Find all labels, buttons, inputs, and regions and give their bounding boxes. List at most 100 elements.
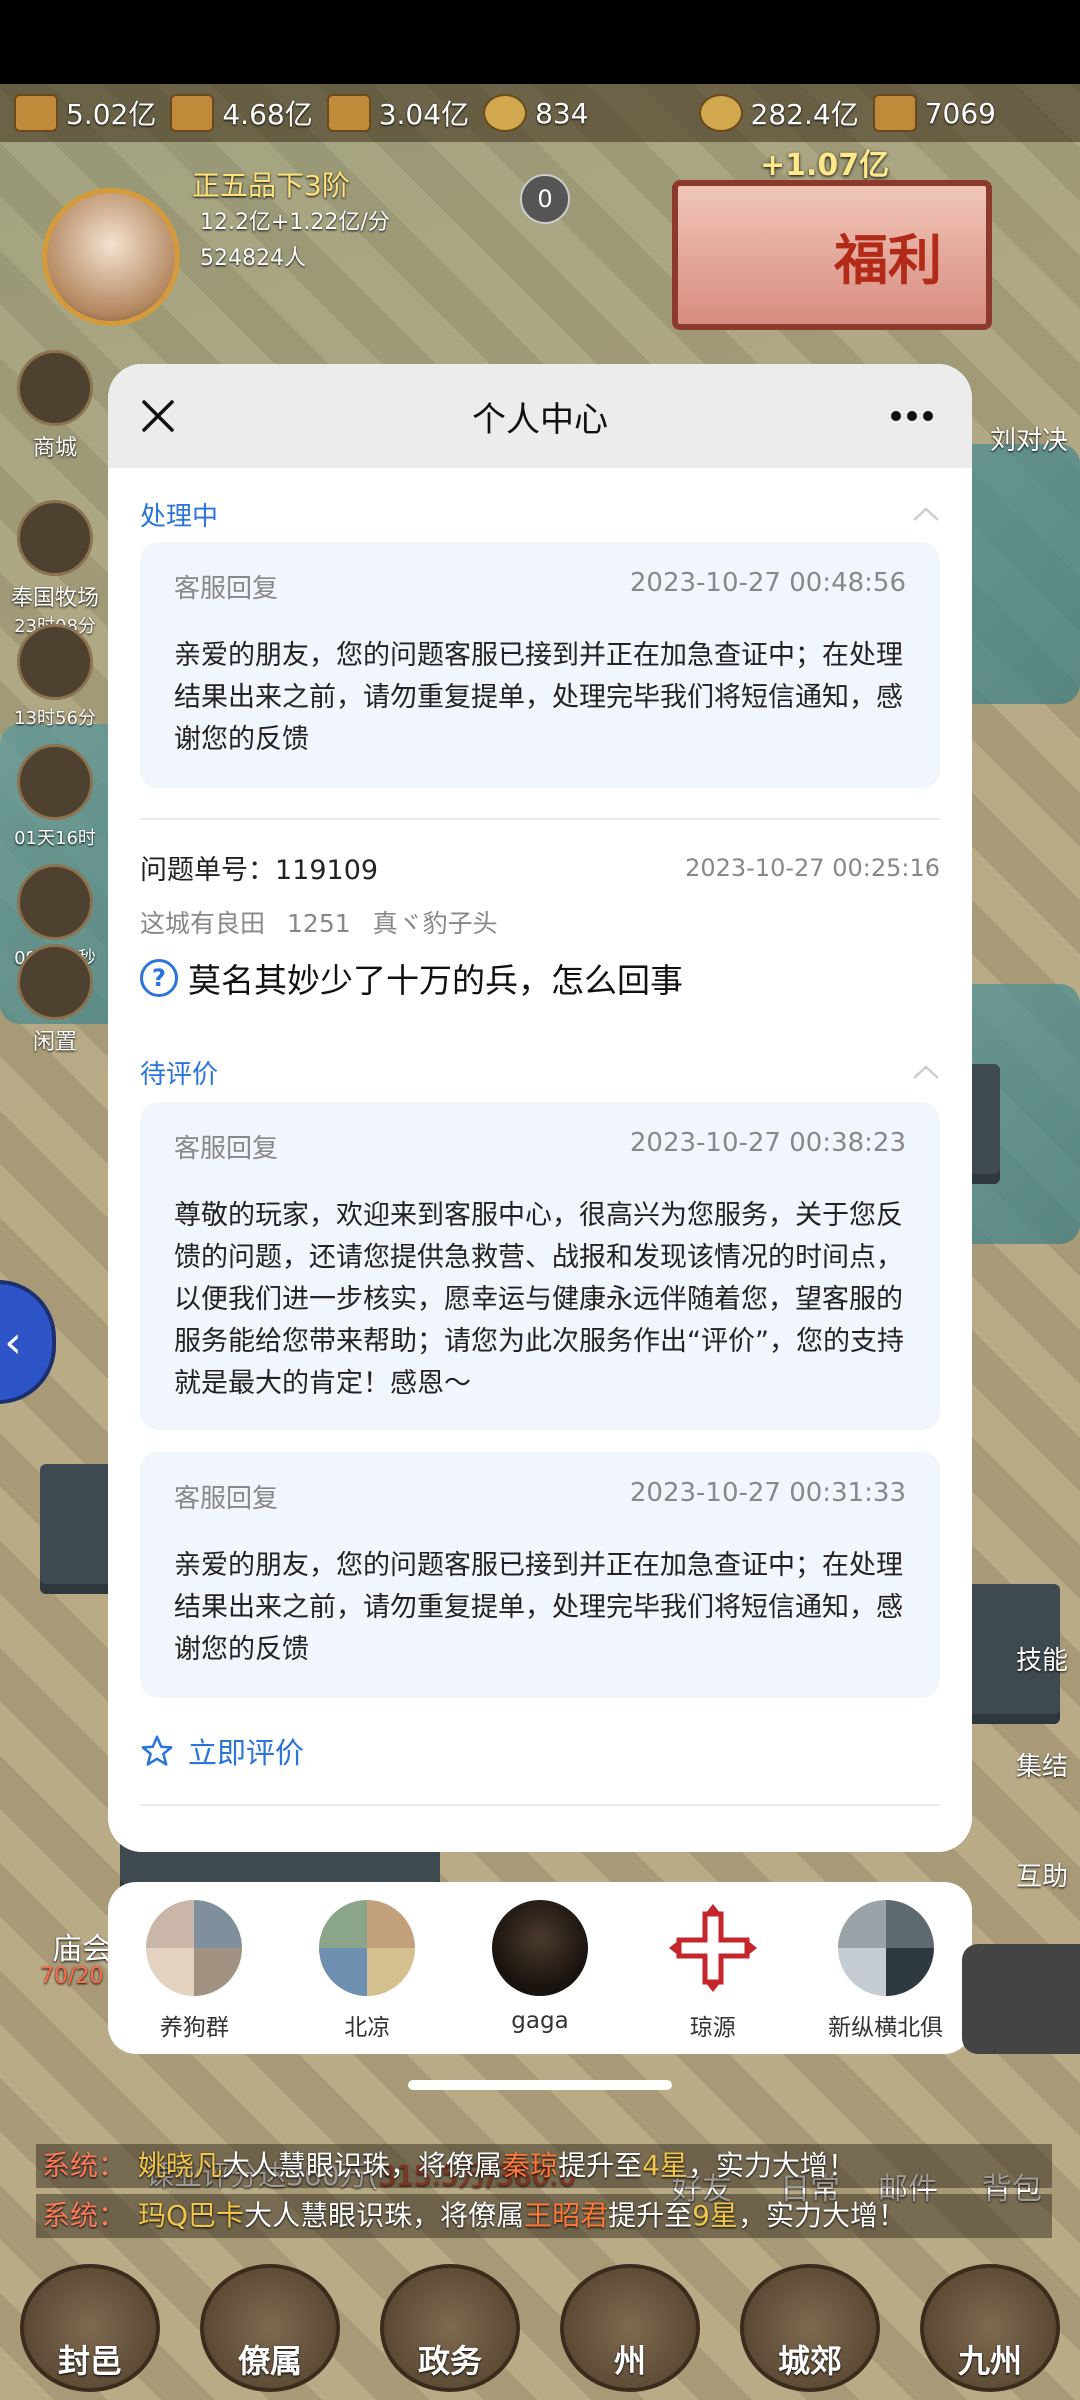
share-label: 养狗群 bbox=[159, 2015, 229, 2041]
share-target-4[interactable]: 新纵横北俱 bbox=[811, 1900, 961, 2042]
reply-card: 客服回复 2023-10-27 00:48:56 亲爱的朋友，您的问题客服已接到… bbox=[140, 542, 940, 788]
system-message: 系统： 姚晓凡大人慧眼识珠，将僚属秦琼提升至4星，实力大增！ bbox=[36, 2144, 1052, 2188]
group-avatar bbox=[319, 1900, 416, 1996]
ticket-header: 问题单号：119109 2023-10-27 00:25:16 bbox=[140, 848, 940, 887]
avatar-tile bbox=[319, 1900, 368, 1948]
modal-body[interactable]: 处理中 客服回复 2023-10-27 00:48:56 亲爱的朋友，您的问题客… bbox=[108, 468, 972, 1852]
floating-side-tab[interactable] bbox=[962, 1944, 1080, 2054]
question-icon: ? bbox=[140, 959, 178, 997]
side-idle[interactable]: 闲置 bbox=[10, 944, 100, 1056]
chevron-up-icon[interactable] bbox=[912, 1062, 940, 1082]
ingot-icon bbox=[872, 94, 917, 132]
avatar-tile bbox=[837, 1900, 886, 1948]
share-target-0[interactable]: 养狗群 bbox=[119, 1900, 269, 2042]
side-duel[interactable]: 刘对决 bbox=[990, 420, 1068, 457]
reply-label: 客服回复 bbox=[174, 1134, 279, 1164]
hammer-icon bbox=[17, 624, 93, 700]
avatar-tile bbox=[367, 1900, 416, 1948]
troops-icon bbox=[326, 94, 371, 132]
status-processing: 处理中 bbox=[140, 501, 219, 532]
reply-time: 2023-10-27 00:48:56 bbox=[629, 568, 906, 598]
ticket-number: 问题单号：119109 bbox=[140, 855, 379, 886]
divider bbox=[140, 1804, 940, 1806]
ticket-meta: 这城有良田 1251 真ヾ豹子头 bbox=[140, 904, 520, 940]
reply-time: 2023-10-27 00:31:33 bbox=[629, 1478, 906, 1508]
nav-staff[interactable]: 僚属 bbox=[200, 2264, 340, 2392]
side-timer-1[interactable]: 13时56分 bbox=[10, 624, 100, 730]
nav-nine-states[interactable]: 九州 bbox=[920, 2264, 1060, 2392]
contact-avatar bbox=[664, 1900, 761, 1996]
notification-badge[interactable]: 0 bbox=[520, 174, 570, 224]
soldier-icon bbox=[17, 864, 93, 940]
nav-suburbs[interactable]: 城郊 bbox=[740, 2264, 880, 2392]
star-icon bbox=[141, 1735, 173, 1766]
share-target-1[interactable]: 北凉 bbox=[292, 1900, 442, 2042]
avatar-tile bbox=[319, 1948, 368, 1996]
share-target-3[interactable]: 琼源 bbox=[638, 1900, 788, 2042]
bottom-nav: 封邑 僚属 政务 州 城郊 九州 bbox=[0, 2252, 1080, 2392]
side-ranch[interactable]: 奉国牧场23时08分 bbox=[10, 500, 100, 638]
home-indicator[interactable] bbox=[408, 2080, 672, 2090]
side-collapse-tab[interactable]: ‹ bbox=[0, 1280, 56, 1404]
temple-progress: 70/20 bbox=[40, 1964, 104, 1989]
reply-time: 2023-10-27 00:38:23 bbox=[629, 1128, 906, 1158]
side-shop[interactable]: 商城 bbox=[10, 350, 100, 462]
resource-troops: 3.04亿 bbox=[326, 93, 469, 133]
server-id: 1251 bbox=[287, 909, 351, 938]
reply-card: 客服回复 2023-10-27 00:31:33 亲爱的朋友，您的问题客服已接到… bbox=[140, 1452, 940, 1698]
avatar-tile bbox=[194, 1900, 243, 1948]
share-target-2[interactable]: gaga bbox=[465, 1900, 615, 2034]
resource-copper: 282.4亿 bbox=[698, 93, 859, 133]
avatar-tile bbox=[837, 1948, 886, 1996]
nav-fief[interactable]: 封邑 bbox=[20, 2264, 160, 2392]
rate-now-button[interactable]: 立即评价 bbox=[140, 1730, 304, 1772]
side-help[interactable]: 互助 bbox=[1016, 1856, 1068, 1893]
reply-label: 客服回复 bbox=[174, 574, 279, 604]
copper-coin-icon bbox=[698, 94, 743, 132]
modal-header: 个人中心 bbox=[108, 364, 972, 468]
resource-gold[interactable]: 834 bbox=[483, 94, 589, 132]
close-icon bbox=[142, 400, 174, 432]
ticket-status-row[interactable]: 处理中 bbox=[140, 494, 940, 534]
personal-center-modal: 个人中心 处理中 客服回复 2023-10-27 00:48:56 亲爱的朋友，… bbox=[108, 364, 972, 1852]
system-message: 系统： 玛Q巴卡大人慧眼识珠，将僚属王昭君提升至9星，实力大增！ bbox=[36, 2194, 1052, 2238]
gold-coin-icon bbox=[483, 94, 528, 132]
share-bar: 养狗群 北凉 gaga 琼源 新纵横北俱 bbox=[108, 1882, 972, 2054]
side-rally[interactable]: 集结 bbox=[1016, 1746, 1068, 1783]
question-row: ? 莫名其妙少了十万的兵，怎么回事 bbox=[140, 954, 683, 1002]
temple-fair[interactable]: 庙会 bbox=[52, 1924, 112, 1968]
resource-ingot[interactable]: 7069 bbox=[872, 94, 996, 132]
player-avatar[interactable] bbox=[42, 188, 180, 326]
player-people: 524824人 bbox=[200, 246, 306, 271]
group-avatar bbox=[837, 1900, 934, 1996]
wood-icon bbox=[170, 94, 215, 132]
avatar-tile bbox=[885, 1948, 934, 1996]
ticket-status-row[interactable]: 待评价 bbox=[140, 1052, 940, 1092]
side-skills[interactable]: 技能 bbox=[1016, 1640, 1068, 1677]
nav-state[interactable]: 州 bbox=[560, 2264, 700, 2392]
player-name: 真ヾ豹子头 bbox=[372, 909, 498, 938]
ranch-icon bbox=[17, 500, 93, 576]
chevron-up-icon[interactable] bbox=[912, 504, 940, 524]
share-label: 琼源 bbox=[689, 2015, 736, 2041]
group-avatar bbox=[146, 1900, 243, 1996]
side-timer-2[interactable]: 01天16时 bbox=[10, 744, 100, 850]
divider bbox=[140, 818, 940, 820]
horse-icon bbox=[17, 944, 93, 1020]
resource-wood: 4.68亿 bbox=[170, 93, 313, 133]
modal-title: 个人中心 bbox=[472, 399, 608, 440]
share-label: gaga bbox=[511, 2008, 569, 2034]
close-button[interactable] bbox=[128, 386, 188, 446]
avatar-tile bbox=[146, 1900, 195, 1948]
contact-avatar bbox=[491, 1900, 588, 1996]
more-button[interactable] bbox=[872, 386, 952, 446]
reply-text: 亲爱的朋友，您的问题客服已接到并正在加急查证中；在处理结果出来之前，请勿重复提单… bbox=[174, 1550, 903, 1665]
shop-icon bbox=[17, 350, 93, 426]
reply-card: 客服回复 2023-10-27 00:38:23 尊敬的玩家，欢迎来到客服中心，… bbox=[140, 1102, 940, 1430]
avatar-tile bbox=[367, 1948, 416, 1996]
question-text: 莫名其妙少了十万的兵，怎么回事 bbox=[188, 961, 683, 1000]
welfare-banner[interactable]: 福利 bbox=[672, 180, 992, 330]
income-bonus: +1.07亿 bbox=[760, 148, 890, 183]
nav-affairs[interactable]: 政务 bbox=[380, 2264, 520, 2392]
reply-text: 尊敬的玩家，欢迎来到客服中心，很高兴为您服务，关于您反馈的问题，还请您提供急救营… bbox=[174, 1200, 904, 1399]
